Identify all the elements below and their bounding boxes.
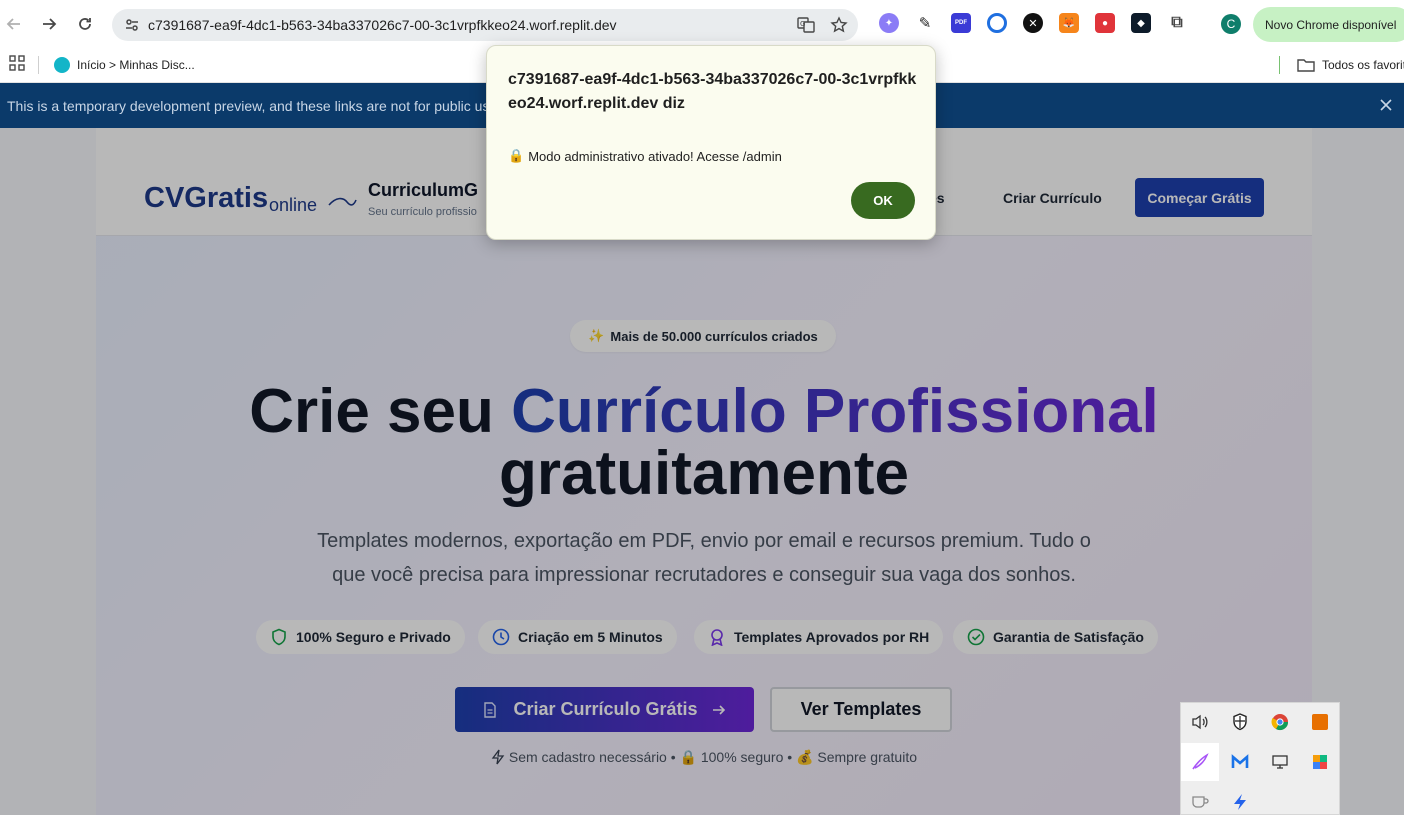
all-bookmarks-folder[interactable]: Todos os favoritos <box>1297 54 1404 76</box>
chrome-icon[interactable] <box>1261 703 1299 741</box>
bookmark-item[interactable]: Início > Minhas Disc... <box>54 54 195 76</box>
extension-red-icon[interactable]: ● <box>1095 13 1115 33</box>
profile-avatar[interactable]: C <box>1221 14 1241 34</box>
eyedropper-extension-icon[interactable]: ✎ <box>915 13 935 33</box>
lock-icon: 🔒 <box>508 148 525 163</box>
forward-button[interactable] <box>37 12 61 36</box>
system-tray-flyout <box>1180 702 1340 815</box>
ok-button[interactable]: OK <box>851 182 915 219</box>
dialog-message-text: Modo administrativo ativado! Acesse /adm… <box>528 148 782 164</box>
bookmark-favicon-icon <box>54 57 70 73</box>
divider <box>38 56 39 74</box>
forward-arrow-icon <box>43 18 57 30</box>
extensions-puzzle-icon[interactable]: ⧉ <box>1167 13 1187 33</box>
banner-text: This is a temporary development preview,… <box>7 98 490 114</box>
folder-label: Todos os favoritos <box>1322 58 1404 72</box>
translate-icon[interactable]: G <box>795 14 817 36</box>
folder-icon <box>1297 59 1315 72</box>
java-icon[interactable] <box>1301 703 1339 741</box>
extension-purple-icon[interactable]: ✦ <box>879 13 899 33</box>
alert-dialog: c7391687-ea9f-4dc1-b563-34ba337026c7-00-… <box>486 45 936 240</box>
browser-toolbar: c7391687-ea9f-4dc1-b563-34ba337026c7-00-… <box>0 0 1404 48</box>
address-bar[interactable]: c7391687-ea9f-4dc1-b563-34ba337026c7-00-… <box>112 9 858 41</box>
metamask-fox-icon[interactable]: 🦊 <box>1059 13 1079 33</box>
extension-x-icon[interactable]: ✕ <box>1023 13 1043 33</box>
extension-blue-badge-icon[interactable]: PDF <box>951 13 971 33</box>
reload-icon <box>79 18 91 30</box>
volume-icon[interactable] <box>1181 703 1219 741</box>
app-grid-colorful-icon[interactable] <box>1301 743 1339 781</box>
divider <box>1279 56 1280 74</box>
security-shield-icon[interactable] <box>1221 703 1259 741</box>
url-text: c7391687-ea9f-4dc1-b563-34ba337026c7-00-… <box>148 17 617 33</box>
back-arrow-icon <box>6 18 20 30</box>
bookmark-star-icon[interactable] <box>828 14 850 36</box>
back-button[interactable] <box>2 12 26 36</box>
extension-circle-icon[interactable] <box>987 13 1007 33</box>
reload-button[interactable] <box>73 12 97 36</box>
network-monitor-icon[interactable] <box>1261 743 1299 781</box>
malwarebytes-icon[interactable] <box>1221 743 1259 781</box>
svg-text:G: G <box>800 20 805 28</box>
apps-grid-icon[interactable] <box>9 55 25 71</box>
extension-dark-icon[interactable]: ◆ <box>1131 13 1151 33</box>
chrome-update-button[interactable]: Novo Chrome disponível <box>1253 7 1404 42</box>
feather-icon[interactable] <box>1181 743 1219 781</box>
dialog-message: 🔒 Modo administrativo ativado! Acesse /a… <box>508 148 782 164</box>
close-icon[interactable] <box>1378 97 1394 113</box>
coffee-cup-icon[interactable] <box>1181 783 1219 815</box>
bookmark-label: Início > Minhas Disc... <box>77 58 195 72</box>
dialog-title: c7391687-ea9f-4dc1-b563-34ba337026c7-00-… <box>508 71 917 112</box>
lightning-app-icon[interactable] <box>1221 783 1259 815</box>
site-settings-icon[interactable] <box>120 13 144 37</box>
